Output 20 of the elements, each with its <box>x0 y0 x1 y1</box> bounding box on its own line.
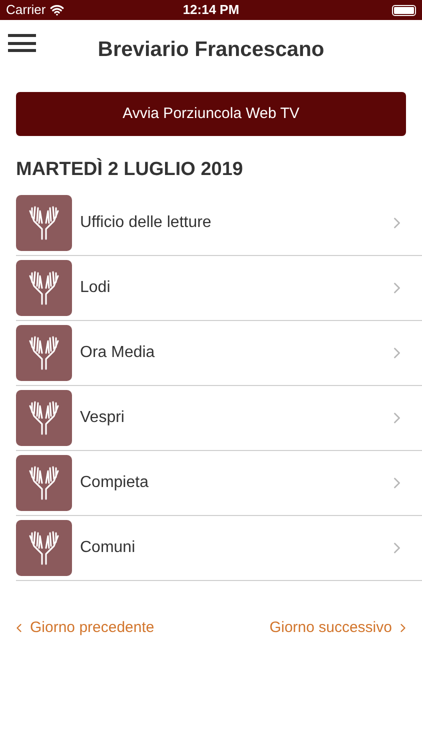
office-label: Comuni <box>80 538 136 558</box>
office-list-item[interactable]: Lodi <box>16 256 422 320</box>
web-tv-button[interactable]: Avvia Porziuncola Web TV <box>16 92 406 136</box>
office-label: Ora Media <box>80 342 156 362</box>
battery-icon <box>392 4 416 16</box>
clock-text: 12:14 PM <box>182 1 240 20</box>
menu-button[interactable] <box>8 32 36 54</box>
office-list-item[interactable]: Ufficio delle letture <box>16 190 422 256</box>
date-heading: MARTEDÌ 2 LUGLIO 2019 <box>15 157 244 182</box>
office-label: Compieta <box>80 472 150 492</box>
office-label: Vespri <box>80 408 126 428</box>
carrier-text: Carrier <box>6 1 46 20</box>
office-label: Ufficio delle letture <box>80 212 212 232</box>
wifi-icon <box>50 3 64 17</box>
app-title: Breviario Francescano <box>98 37 324 64</box>
office-list-item[interactable]: Comuni <box>16 516 422 580</box>
office-list-item[interactable]: Compieta <box>16 450 422 516</box>
office-label: Lodi <box>80 278 112 298</box>
office-list-item[interactable]: Ora Media <box>16 320 422 386</box>
office-list-item[interactable]: Vespri <box>16 386 422 450</box>
